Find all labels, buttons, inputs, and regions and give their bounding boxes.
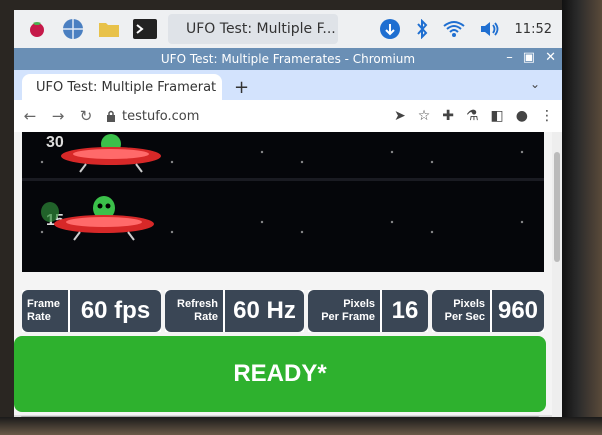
back-arrow-icon[interactable]: ← bbox=[18, 107, 42, 125]
raspberry-menu-icon[interactable] bbox=[24, 16, 50, 42]
terminal-icon[interactable] bbox=[132, 16, 158, 42]
address-bar[interactable]: testufo.com bbox=[106, 103, 341, 129]
forward-arrow-icon[interactable]: → bbox=[46, 107, 70, 125]
ready-status-banner[interactable]: READY* bbox=[14, 336, 546, 412]
browser-toolbar: ← → ↻ testufo.com ➤ ☆ ✚ ⚗ ◧ ● ⋮ bbox=[14, 100, 562, 133]
send-icon[interactable]: ➤ bbox=[394, 108, 406, 124]
stat-value: 960 bbox=[492, 290, 544, 332]
ufo-ghost-icon bbox=[41, 202, 59, 222]
tab-search-chevron-icon[interactable]: ⌄ bbox=[530, 77, 540, 91]
stat-label-line: Rate bbox=[194, 311, 218, 323]
page-content: 30 15 Frame Rate 60 fps Refresh Rate 60 … bbox=[14, 132, 552, 422]
stat-label-line: Rate bbox=[27, 311, 51, 323]
ufo-sprite-icon bbox=[54, 196, 154, 241]
profile-icon[interactable]: ● bbox=[516, 108, 528, 124]
stat-value: 60 Hz bbox=[225, 290, 304, 332]
reload-icon[interactable]: ↻ bbox=[74, 107, 98, 125]
flask-icon[interactable]: ⚗ bbox=[466, 108, 479, 124]
stat-label-line: Per Frame bbox=[321, 311, 375, 323]
ufo-starfield: 30 15 bbox=[22, 132, 544, 272]
file-manager-icon[interactable] bbox=[96, 16, 122, 42]
extensions-puzzle-icon[interactable]: ✚ bbox=[442, 108, 454, 124]
window-title: UFO Test: Multiple Framerates - Chromium bbox=[160, 52, 416, 66]
update-icon[interactable] bbox=[379, 18, 401, 40]
stat-pixels-per-sec: Pixels Per Sec 960 bbox=[432, 290, 544, 332]
wifi-icon[interactable] bbox=[442, 20, 465, 38]
new-tab-button[interactable]: + bbox=[234, 77, 249, 98]
ufo-sprite-icon bbox=[61, 134, 161, 173]
taskbar-chromium-app[interactable]: UFO Test: Multiple F... bbox=[168, 14, 338, 44]
stat-refresh-rate: Refresh Rate 60 Hz bbox=[165, 290, 304, 332]
stat-frame-rate: Frame Rate 60 fps bbox=[22, 290, 161, 332]
tab-title: UFO Test: Multiple Framerat bbox=[36, 79, 217, 95]
maximize-icon[interactable]: ▣ bbox=[523, 50, 535, 65]
menu-dots-icon[interactable]: ⋮ bbox=[540, 108, 554, 124]
bluetooth-icon[interactable] bbox=[415, 19, 429, 39]
band-divider bbox=[22, 178, 544, 181]
volume-icon[interactable] bbox=[479, 20, 501, 38]
stat-label: Pixels Per Frame bbox=[308, 290, 380, 332]
minimize-icon[interactable]: – bbox=[506, 50, 513, 65]
tab-strip: UFO Test: Multiple Framerat × + ⌄ bbox=[14, 70, 562, 100]
stat-pixels-per-frame: Pixels Per Frame 16 bbox=[308, 290, 428, 332]
clock: 11:52 bbox=[514, 21, 552, 37]
tab-ufo-test[interactable]: UFO Test: Multiple Framerat × bbox=[22, 74, 222, 100]
bookmark-star-icon[interactable]: ☆ bbox=[418, 108, 431, 124]
stat-label-line: Per Sec bbox=[444, 311, 485, 323]
device-bezel-right bbox=[562, 0, 602, 435]
stat-label-line: Frame bbox=[27, 298, 61, 310]
stat-value: 60 fps bbox=[70, 290, 161, 332]
vertical-scrollbar[interactable] bbox=[552, 132, 562, 422]
stat-label: Frame Rate bbox=[22, 290, 68, 332]
stat-label-line: Pixels bbox=[343, 298, 375, 310]
browser-launcher-icon[interactable] bbox=[60, 16, 86, 42]
device-bezel-bottom bbox=[0, 417, 602, 435]
url-text: testufo.com bbox=[122, 108, 200, 124]
vertical-scroll-thumb[interactable] bbox=[554, 152, 560, 262]
window-titlebar[interactable]: UFO Test: Multiple Framerates - Chromium… bbox=[14, 48, 562, 70]
stat-label-line: Refresh bbox=[177, 298, 218, 310]
system-tray: 11:52 bbox=[379, 18, 552, 40]
stats-row: Frame Rate 60 fps Refresh Rate 60 Hz Pix… bbox=[22, 290, 544, 332]
close-window-icon[interactable]: ✕ bbox=[545, 50, 556, 65]
stat-label: Refresh Rate bbox=[165, 290, 223, 332]
stat-value: 16 bbox=[382, 290, 428, 332]
taskbar-app-title: UFO Test: Multiple F... bbox=[186, 21, 336, 37]
taskbar: UFO Test: Multiple F... 11:52 bbox=[14, 10, 562, 48]
device-screen: UFO Test: Multiple F... 11:52 UFO Test: … bbox=[14, 10, 562, 422]
stat-label: Pixels Per Sec bbox=[432, 290, 490, 332]
stat-label-line: Pixels bbox=[453, 298, 485, 310]
side-panel-icon[interactable]: ◧ bbox=[491, 108, 504, 124]
lock-icon[interactable] bbox=[106, 110, 116, 122]
